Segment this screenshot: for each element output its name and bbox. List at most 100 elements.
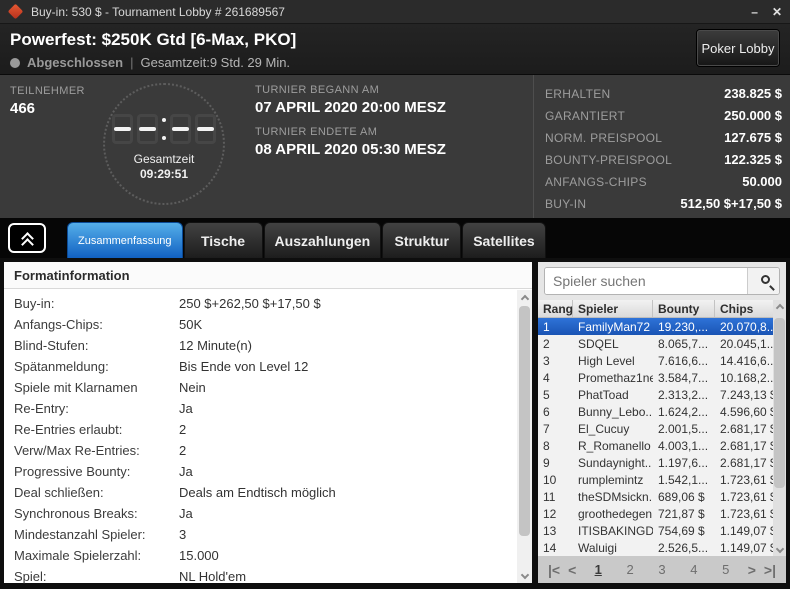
chips-cell: 14.416,6..: [715, 354, 773, 368]
ended-value: 08 APRIL 2020 05:30 MESZ: [255, 141, 446, 158]
players-table-header: RangSpielerBountyChips: [538, 300, 786, 318]
format-value: Deals am Endtisch möglich: [179, 485, 336, 500]
format-row: Verw/Max Re-Entries:2: [14, 440, 532, 461]
scroll-down-icon[interactable]: [773, 544, 786, 556]
scrollbar-thumb[interactable]: [774, 318, 785, 488]
collapse-lobby-button[interactable]: [8, 223, 46, 253]
rank-cell: 5: [538, 388, 573, 402]
table-row[interactable]: 10rumplemintz1.542,1...1.723,61 $: [538, 471, 786, 488]
tab-auszahlungen[interactable]: Auszahlungen: [264, 222, 382, 258]
prev-page-icon[interactable]: <: [566, 562, 578, 578]
players-scrollbar[interactable]: [773, 300, 786, 556]
player-cell: rumplemintz: [573, 473, 653, 487]
rank-cell: 9: [538, 456, 573, 470]
table-row[interactable]: 7El_Cucuy2.001,5...2.681,17 $: [538, 420, 786, 437]
players-table: RangSpielerBountyChips 1FamilyMan7219.23…: [538, 300, 786, 556]
format-value: 2: [179, 443, 186, 458]
player-cell: El_Cucuy: [573, 422, 653, 436]
column-header-bounty[interactable]: Bounty: [653, 300, 715, 317]
chips-cell: 20.070,8..: [715, 320, 773, 334]
table-row[interactable]: 11theSDMsickn..689,06 $1.723,61 $: [538, 488, 786, 505]
chips-cell: 1.149,07 $: [715, 524, 773, 538]
status-row: Abgeschlossen | Gesamtzeit:9 Std. 29 Min…: [10, 55, 290, 70]
table-row[interactable]: 12groothedegen721,87 $1.723,61 $: [538, 505, 786, 522]
players-rows: 1FamilyMan7219.230,...20.070,8..2SDQEL8.…: [538, 318, 786, 556]
stat-label: GARANTIERT: [545, 109, 625, 123]
table-row[interactable]: 14Waluigi2.526,5...1.149,07 $: [538, 539, 786, 556]
player-cell: FamilyMan72: [573, 320, 653, 334]
bounty-cell: 8.065,7...: [653, 337, 715, 351]
table-row[interactable]: 6Bunny_Lebo...1.624,2...4.596,60 $: [538, 403, 786, 420]
tab-satellites[interactable]: Satellites: [462, 222, 545, 258]
page-2[interactable]: 2: [623, 562, 636, 577]
clock-label: Gesamtzeit: [134, 152, 195, 166]
participants-block: TEILNEHMER 466: [10, 85, 85, 117]
chips-cell: 2.681,17 $: [715, 422, 773, 436]
format-value: 250 $+262,50 $+17,50 $: [179, 296, 321, 311]
player-cell: Promethaz1ne: [573, 371, 653, 385]
chips-cell: 20.045,1..: [715, 337, 773, 351]
next-page-icon[interactable]: >: [746, 562, 758, 578]
tab-tische[interactable]: Tische: [184, 222, 263, 258]
vertical-divider: [533, 75, 534, 218]
table-row[interactable]: 3High Level7.616,6...14.416,6..: [538, 352, 786, 369]
format-label: Anfangs-Chips:: [14, 317, 179, 332]
page-5[interactable]: 5: [719, 562, 732, 577]
minimize-icon[interactable]: –: [751, 6, 758, 18]
column-header-chips[interactable]: Chips: [715, 300, 773, 317]
format-value: 50K: [179, 317, 202, 332]
table-row[interactable]: 8R_Romanello4.003,1...2.681,17 $: [538, 437, 786, 454]
poker-lobby-button[interactable]: Poker Lobby: [696, 29, 780, 67]
rank-cell: 3: [538, 354, 573, 368]
table-row[interactable]: 5PhatToad2.313,2...7.243,13 $: [538, 386, 786, 403]
chips-cell: 2.681,17 $: [715, 456, 773, 470]
table-row[interactable]: 13ITISBAKINGD..754,69 $1.149,07 $: [538, 522, 786, 539]
format-value: Ja: [179, 506, 193, 521]
player-search-input[interactable]: [545, 268, 747, 294]
player-cell: R_Romanello: [573, 439, 653, 453]
table-row[interactable]: 1FamilyMan7219.230,...20.070,8..: [538, 318, 786, 335]
scroll-up-icon[interactable]: [517, 290, 532, 304]
format-row: Mindestanzahl Spieler:3: [14, 524, 532, 545]
bounty-cell: 1.197,6...: [653, 456, 715, 470]
player-cell: Sundaynight..: [573, 456, 653, 470]
table-row[interactable]: 2SDQEL8.065,7...20.045,1..: [538, 335, 786, 352]
scrollbar-thumb[interactable]: [519, 306, 530, 536]
stat-value: 127.675 $: [724, 130, 782, 145]
tab-zusammenfassung[interactable]: Zusammenfassung: [67, 222, 183, 258]
page-1[interactable]: 1: [592, 562, 605, 577]
search-button[interactable]: [747, 268, 779, 294]
format-info-panel: Formatinformation Buy-in:250 $+262,50 $+…: [4, 262, 532, 583]
close-icon[interactable]: ✕: [772, 6, 782, 18]
tournament-header: Powerfest: $250K Gtd [6-Max, PKO] Abgesc…: [0, 24, 790, 75]
scroll-down-icon[interactable]: [517, 569, 532, 583]
format-value: NL Hold'em: [179, 569, 246, 584]
last-page-icon[interactable]: >|: [762, 562, 778, 578]
format-row: Spätanmeldung:Bis Ende von Level 12: [14, 356, 532, 377]
column-header-rang[interactable]: Rang: [538, 300, 573, 317]
format-row: Blind-Stufen:12 Minute(n): [14, 335, 532, 356]
stat-value: 122.325 $: [724, 152, 782, 167]
tab-struktur[interactable]: Struktur: [382, 222, 461, 258]
table-row[interactable]: 4Promethaz1ne3.584,7...10.168,2..: [538, 369, 786, 386]
stat-label: ERHALTEN: [545, 87, 611, 101]
format-row: Progressive Bounty:Ja: [14, 461, 532, 482]
scroll-up-icon[interactable]: [773, 300, 786, 312]
status-dot-icon: [10, 58, 20, 68]
format-scrollbar[interactable]: [517, 290, 532, 583]
player-cell: Waluigi: [573, 541, 653, 555]
chips-cell: 1.723,61 $: [715, 473, 773, 487]
page-4[interactable]: 4: [687, 562, 700, 577]
search-area: [538, 262, 786, 300]
first-page-icon[interactable]: |<: [546, 562, 562, 578]
chips-cell: 1.723,61 $: [715, 507, 773, 521]
bounty-cell: 19.230,...: [653, 320, 715, 334]
format-row: Synchronous Breaks:Ja: [14, 503, 532, 524]
rank-cell: 1: [538, 320, 573, 334]
rank-cell: 7: [538, 422, 573, 436]
table-row[interactable]: 9Sundaynight..1.197,6...2.681,17 $: [538, 454, 786, 471]
page-3[interactable]: 3: [655, 562, 668, 577]
stat-label: BUY-IN: [545, 197, 586, 211]
column-header-spieler[interactable]: Spieler: [573, 300, 653, 317]
format-label: Spiel:: [14, 569, 179, 584]
